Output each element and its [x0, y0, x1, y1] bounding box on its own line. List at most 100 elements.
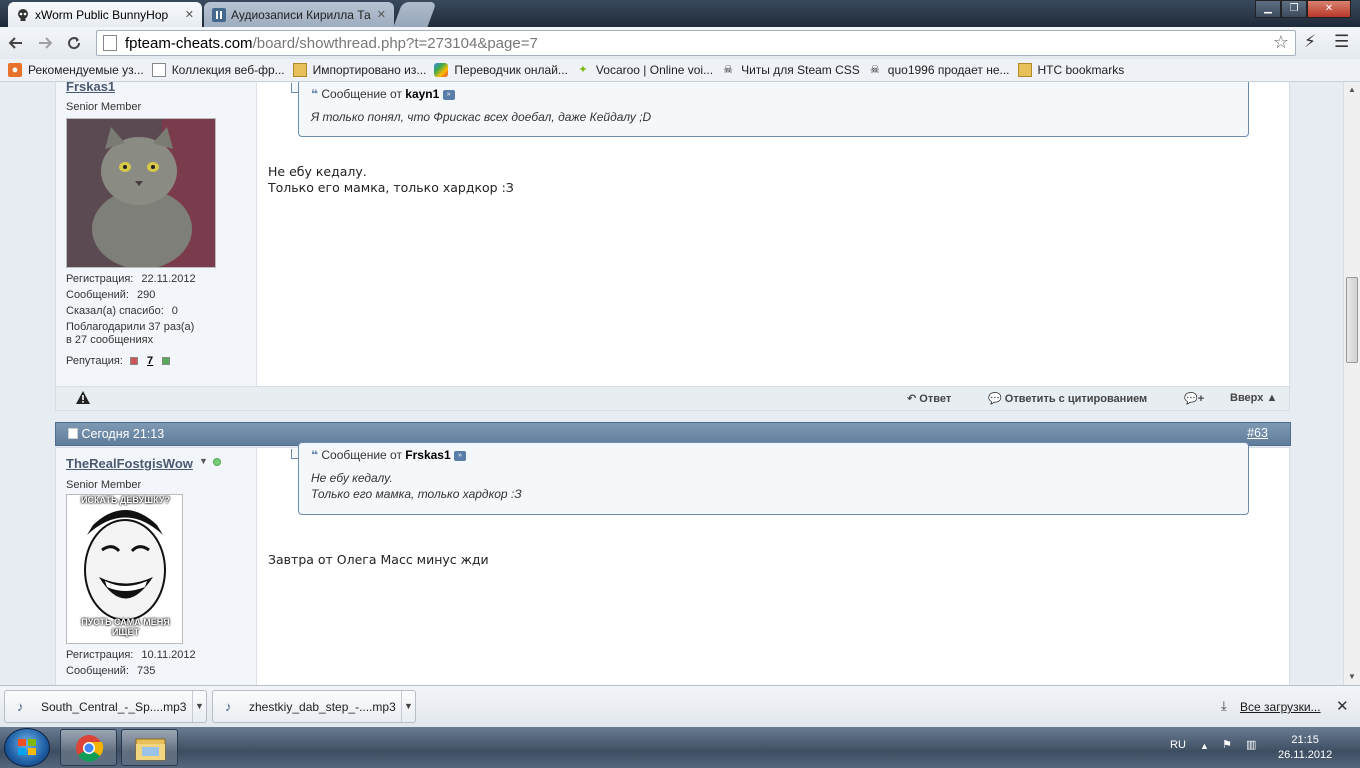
reply-icon: ↶	[907, 393, 917, 405]
window-controls: ▁ ❐ ✕	[1255, 0, 1351, 18]
quote-icon: ❝	[311, 87, 319, 101]
maximize-button[interactable]: ❐	[1281, 0, 1307, 18]
url-host: fpteam-cheats.com	[125, 34, 253, 52]
action-center-flag-icon[interactable]: ⚑	[1222, 738, 1232, 751]
address-bar[interactable]: fpteam-cheats.com/board/showthread.php?t…	[96, 30, 1296, 56]
bookmarks-bar: ● Рекомендуемые уз... Коллекция веб-фр...…	[0, 59, 1360, 82]
minimize-button[interactable]: ▁	[1255, 0, 1281, 18]
reply-button[interactable]: ↶ Ответ	[907, 392, 951, 405]
forum-post: TheRealFostgisWow ▼ Senior Member ИСКАТЬ…	[55, 442, 1290, 685]
tab-title: Аудиозаписи Кирилла Та	[231, 7, 371, 22]
taskbar: RU ▲ ⚑ ▥ 21:15 26.11.2012	[0, 727, 1360, 768]
quote-text: Я только понял, что Фрискас всех доебал,…	[311, 110, 652, 124]
quote-header: ❝ Сообщение от kayn1 »	[311, 87, 455, 101]
user-posts: Сообщений: 735	[66, 665, 156, 677]
vocaroo-icon: ✦	[578, 64, 588, 76]
start-button[interactable]	[4, 728, 50, 767]
forum-post: Frskas1 Senior Member Регистрация: 22.11…	[55, 82, 1290, 388]
window-close-button[interactable]: ✕	[1307, 0, 1351, 18]
bookmark-item[interactable]: ✦ Vocaroo | Online voi...	[576, 63, 713, 77]
chrome-taskbar-button[interactable]	[60, 729, 117, 766]
skull-icon: ☠	[869, 64, 880, 76]
quote-author: Frskas1	[405, 448, 451, 462]
new-tab-button[interactable]	[393, 2, 437, 27]
avatar-caption-bottom: ПУСТЬ САМА МЕНЯ ИЩЕТ	[81, 617, 170, 637]
report-icon[interactable]	[76, 391, 90, 407]
tab-title: xWorm Public BunnyHop	[35, 7, 169, 22]
download-menu-arrow-icon[interactable]: ▼	[192, 691, 206, 722]
user-thanked: Поблагодарили 37 раз(а)	[66, 321, 195, 333]
quote-text: Только его мамка, только хардкор :З	[311, 487, 522, 501]
user-title: Senior Member	[66, 479, 142, 491]
skull-icon	[16, 8, 30, 22]
reply-with-quote-button[interactable]: 💬 Ответить с цитированием	[988, 392, 1147, 405]
vk-audio-icon	[212, 7, 226, 22]
view-post-icon[interactable]: »	[454, 450, 466, 461]
post-userinfo: TheRealFostgisWow ▼ Senior Member ИСКАТЬ…	[56, 448, 257, 685]
tab-xworm[interactable]: xWorm Public BunnyHop ✕	[8, 2, 202, 27]
avatar[interactable]: ИСКАТЬ ДЕВУШКУ? ПУСТЬ САМА МЕНЯ ИЩЕТ	[66, 494, 183, 644]
rep-plus-icon[interactable]	[162, 357, 171, 366]
multi-quote-button[interactable]: 💬+	[1184, 392, 1204, 405]
bookmark-item[interactable]: HTC bookmarks	[1017, 63, 1124, 77]
tray-expand-icon[interactable]: ▲	[1200, 741, 1209, 751]
quote-text: Не ебу кедалу.	[311, 471, 393, 485]
language-indicator[interactable]: RU	[1170, 739, 1186, 751]
url-path: /board/showthread.php?t=273104&page=7	[252, 34, 538, 52]
user-thanks-given: Сказал(а) спасибо: 0	[66, 305, 178, 317]
scroll-down-arrow-icon[interactable]: ▼	[1348, 672, 1356, 681]
forward-button[interactable]	[32, 30, 58, 56]
quote-header: ❝ Сообщение от Frskas1 »	[311, 448, 466, 462]
user-registration: Регистрация: 10.11.2012	[66, 649, 196, 661]
download-item[interactable]: ♪ South_Central_-_Sp....mp3 ▼	[4, 690, 207, 723]
bookmark-star-icon[interactable]: ☆	[1273, 32, 1289, 53]
all-downloads-link[interactable]: Все загрузки...	[1240, 700, 1321, 714]
bookmark-item[interactable]: Импортировано из...	[292, 63, 426, 77]
scrollbar-thumb[interactable]	[1346, 277, 1358, 363]
user-posts: Сообщений: 290	[66, 289, 156, 301]
quote-reply-icon: 💬	[988, 393, 1002, 405]
system-clock[interactable]: 21:15 26.11.2012	[1278, 733, 1332, 763]
quote-icon: ❝	[311, 448, 319, 462]
avatar[interactable]	[66, 118, 216, 268]
explorer-taskbar-button[interactable]	[121, 729, 178, 766]
multi-quote-icon: 💬+	[1184, 393, 1205, 405]
quote-block: ❝ Сообщение от kayn1 » Я только понял, ч…	[298, 82, 1249, 137]
page-scrollbar[interactable]: ▲ ▼	[1343, 82, 1360, 685]
post-username[interactable]: Frskas1	[66, 82, 115, 94]
arrow-up-icon: ▲	[1266, 392, 1278, 404]
tab-audio[interactable]: Аудиозаписи Кирилла Та ✕	[204, 2, 394, 27]
back-to-top-button[interactable]: Вверх ▲	[1230, 392, 1277, 404]
skull-icon: ☠	[723, 64, 734, 76]
user-reputation: Репутация: 7	[66, 355, 171, 367]
page-icon	[151, 63, 166, 77]
network-icon[interactable]: ▥	[1246, 738, 1256, 751]
bookmark-item[interactable]: ☠ quo1996 продает не...	[868, 63, 1010, 77]
bookmark-item[interactable]: ☠ Читы для Steam CSS	[721, 63, 860, 77]
user-title: Senior Member	[66, 101, 142, 113]
close-tab-icon[interactable]: ✕	[377, 8, 386, 21]
bookmark-item[interactable]: ● Рекомендуемые уз...	[8, 63, 144, 77]
online-status-icon	[213, 458, 221, 466]
close-tab-icon[interactable]: ✕	[185, 8, 194, 21]
rep-value: 7	[147, 355, 154, 367]
back-button[interactable]	[3, 30, 29, 56]
bookmark-item[interactable]: Переводчик онлай...	[434, 63, 568, 77]
download-item[interactable]: ♪ zhestkiy_dab_step_-....mp3 ▼	[212, 690, 416, 723]
reload-button[interactable]	[61, 30, 87, 56]
post-number-link[interactable]: #63	[1247, 426, 1268, 440]
post-message: Завтра от Олега Масс минус жди	[268, 552, 489, 567]
scroll-up-arrow-icon[interactable]: ▲	[1348, 85, 1356, 94]
menu-icon[interactable]: ☰	[1334, 32, 1349, 52]
view-post-icon[interactable]: »	[442, 89, 455, 100]
download-menu-arrow-icon[interactable]: ▼	[401, 691, 415, 722]
rep-minus-icon[interactable]	[129, 357, 138, 366]
audio-file-icon: ♪	[225, 699, 232, 714]
post-date: Сегодня 21:13	[68, 427, 164, 441]
avatar-caption-top: ИСКАТЬ ДЕВУШКУ?	[80, 495, 170, 505]
user-menu-arrow-icon[interactable]: ▼	[199, 456, 208, 466]
bookmark-item[interactable]: Коллекция веб-фр...	[151, 63, 285, 77]
post-username[interactable]: TheRealFostgisWow	[66, 456, 193, 471]
lightning-extension-icon[interactable]: ⚡	[1304, 32, 1316, 52]
close-downloads-icon[interactable]: ✕	[1336, 697, 1349, 715]
